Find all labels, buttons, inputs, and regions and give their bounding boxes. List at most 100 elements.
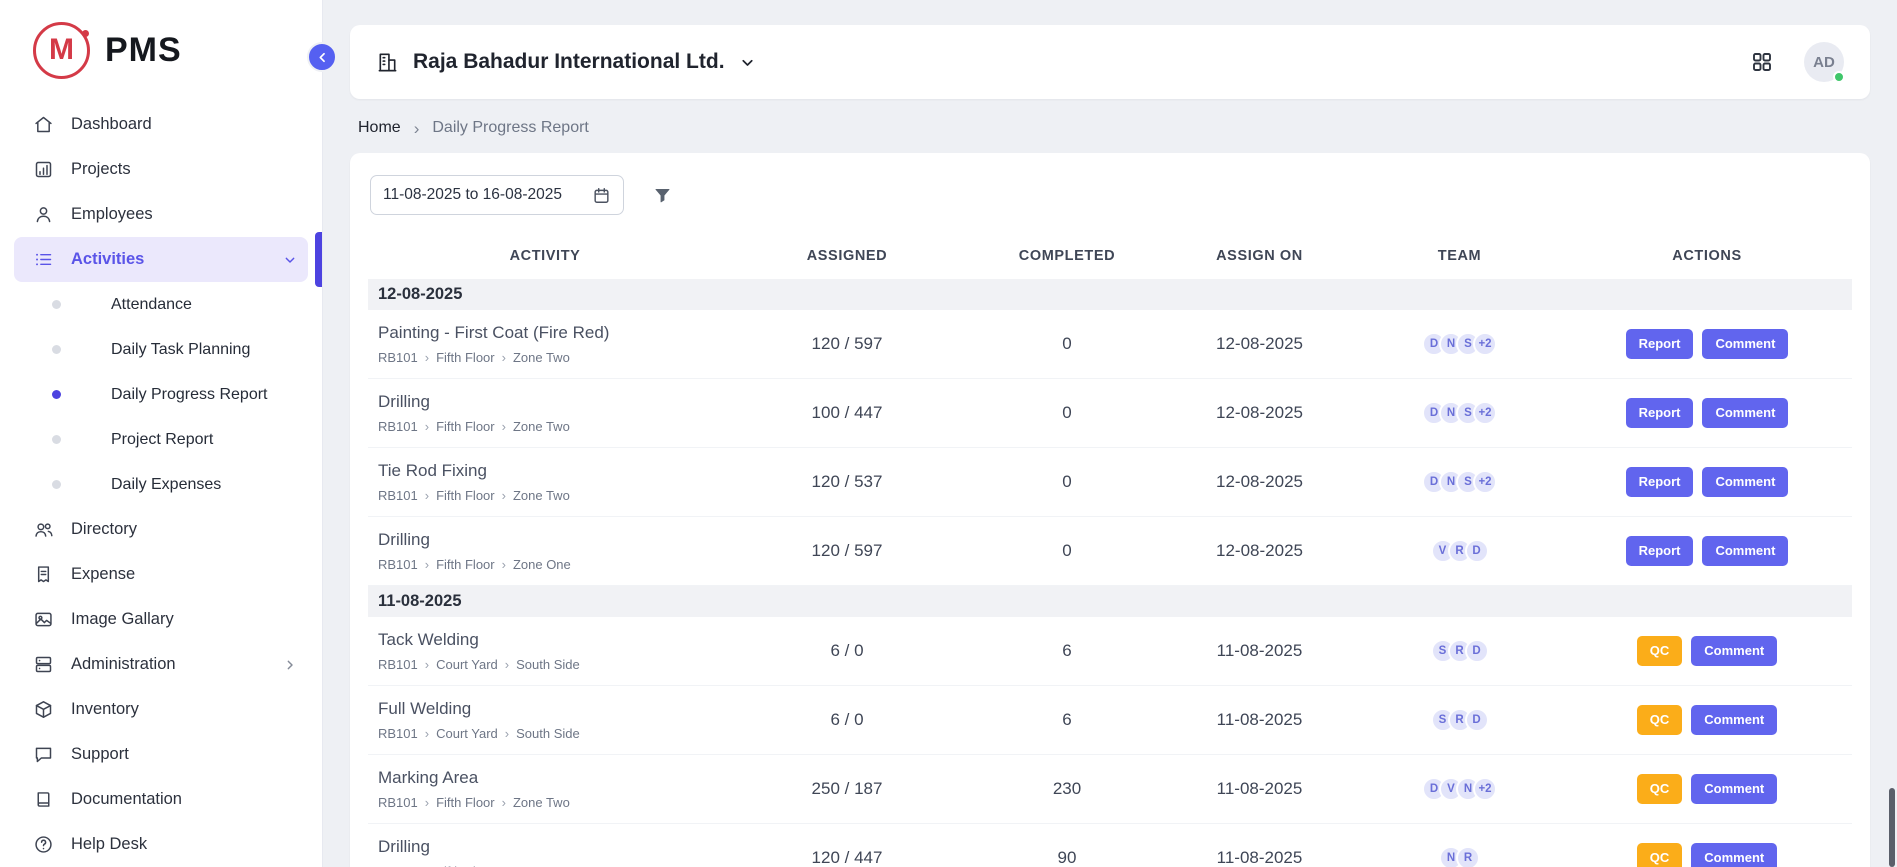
content-card: 11-08-2025 to 16-08-2025 ACTIVITYASSIGNE… bbox=[350, 153, 1870, 867]
chevron-right-icon: › bbox=[425, 351, 429, 364]
sidebar-subitem-daily-progress-report[interactable]: Daily Progress Report bbox=[14, 372, 308, 417]
helpdesk-icon bbox=[33, 834, 54, 855]
column-header-actions: ACTIONS bbox=[1562, 248, 1852, 264]
report-button[interactable]: Report bbox=[1626, 329, 1694, 359]
activity-cell: Tie Rod Fixing RB101›Fifth Floor›Zone Tw… bbox=[368, 452, 722, 512]
breadcrumb-home[interactable]: Home bbox=[358, 119, 401, 137]
company-building-icon bbox=[376, 51, 399, 74]
sidebar-item-expense[interactable]: Expense bbox=[14, 552, 308, 597]
activity-name: Tack Welding bbox=[378, 630, 718, 650]
comment-button[interactable]: Comment bbox=[1691, 843, 1777, 867]
sidebar-item-label: Help Desk bbox=[71, 835, 147, 854]
comment-button[interactable]: Comment bbox=[1691, 705, 1777, 735]
location-segment: South Side bbox=[516, 726, 580, 741]
qc-button[interactable]: QC bbox=[1637, 705, 1683, 735]
date-group-header: 11-08-2025 bbox=[368, 586, 1852, 617]
activity-cell: Full Welding RB101›Court Yard›South Side bbox=[368, 690, 722, 750]
activity-location: RB101›Fifth Floor›Zone Two bbox=[378, 350, 718, 365]
completed-cell: 0 bbox=[972, 403, 1162, 423]
assign-on-cell: 11-08-2025 bbox=[1162, 710, 1357, 730]
completed-cell: 90 bbox=[972, 848, 1162, 867]
report-button[interactable]: Report bbox=[1626, 467, 1694, 497]
sidebar-subitem-daily-expenses[interactable]: Daily Expenses bbox=[14, 462, 308, 507]
sidebar-item-help-desk[interactable]: Help Desk bbox=[14, 822, 308, 867]
assigned-cell: 250 / 187 bbox=[722, 779, 972, 799]
completed-cell: 0 bbox=[972, 541, 1162, 561]
location-segment: Zone Two bbox=[513, 419, 570, 434]
report-button[interactable]: Report bbox=[1626, 398, 1694, 428]
sidebar-item-projects[interactable]: Projects bbox=[14, 147, 308, 192]
sidebar-collapse-button[interactable] bbox=[307, 42, 337, 72]
sidebar-item-administration[interactable]: Administration bbox=[14, 642, 308, 687]
completed-cell: 6 bbox=[972, 710, 1162, 730]
chevron-right-icon: › bbox=[502, 489, 506, 502]
report-button[interactable]: Report bbox=[1626, 536, 1694, 566]
date-range-input[interactable]: 11-08-2025 to 16-08-2025 bbox=[370, 175, 624, 215]
sidebar-item-label: Directory bbox=[71, 520, 137, 539]
sidebar-item-label: Image Gallary bbox=[71, 610, 174, 629]
team-avatar: D bbox=[1465, 539, 1489, 563]
sidebar-subitem-project-report[interactable]: Project Report bbox=[14, 417, 308, 462]
assign-on-cell: 12-08-2025 bbox=[1162, 334, 1357, 354]
online-status-dot bbox=[1833, 71, 1845, 83]
filter-icon[interactable] bbox=[652, 185, 673, 206]
sidebar-item-activities[interactable]: Activities bbox=[14, 237, 308, 282]
breadcrumb-current: Daily Progress Report bbox=[432, 119, 589, 137]
comment-button[interactable]: Comment bbox=[1702, 536, 1788, 566]
table-row: Drilling RB101›Fifth Floor›Zone One 120 … bbox=[368, 517, 1852, 586]
column-header-assigned: ASSIGNED bbox=[722, 248, 972, 264]
sidebar-item-dashboard[interactable]: Dashboard bbox=[14, 102, 308, 147]
sidebar-item-label: Administration bbox=[71, 655, 176, 674]
location-segment: RB101 bbox=[378, 726, 418, 741]
comment-button[interactable]: Comment bbox=[1702, 329, 1788, 359]
sidebar-item-inventory[interactable]: Inventory bbox=[14, 687, 308, 732]
bullet-dot-icon bbox=[52, 435, 61, 444]
sidebar-item-documentation[interactable]: Documentation bbox=[14, 777, 308, 822]
sidebar-item-support[interactable]: Support bbox=[14, 732, 308, 777]
qc-button[interactable]: QC bbox=[1637, 636, 1683, 666]
table-row: Tack Welding RB101›Court Yard›South Side… bbox=[368, 617, 1852, 686]
sidebar-item-image-gallary[interactable]: Image Gallary bbox=[14, 597, 308, 642]
apps-grid-icon[interactable] bbox=[1750, 50, 1774, 74]
location-segment: RB101 bbox=[378, 488, 418, 503]
team-avatar: D bbox=[1465, 639, 1489, 663]
projects-icon bbox=[33, 159, 54, 180]
comment-button[interactable]: Comment bbox=[1702, 398, 1788, 428]
chevron-right-icon: › bbox=[425, 658, 429, 671]
sidebar-item-employees[interactable]: Employees bbox=[14, 192, 308, 237]
chevron-right-icon: › bbox=[425, 420, 429, 433]
activity-cell: Marking Area RB101›Fifth Floor›Zone Two bbox=[368, 759, 722, 819]
logo-m-icon: M bbox=[33, 22, 90, 79]
sidebar: M PMS Dashboard Projects Employees Activ… bbox=[0, 0, 323, 867]
table-row: Drilling RB101›Fifth Floor›Zone Two 120 … bbox=[368, 824, 1852, 867]
scrollbar-thumb[interactable] bbox=[1889, 788, 1895, 867]
location-segment: Zone Two bbox=[513, 795, 570, 810]
comment-button[interactable]: Comment bbox=[1691, 636, 1777, 666]
expense-icon bbox=[33, 564, 54, 585]
qc-button[interactable]: QC bbox=[1637, 843, 1683, 867]
table-header: ACTIVITYASSIGNEDCOMPLETEDASSIGN ONTEAMAC… bbox=[368, 233, 1852, 279]
location-segment: Fifth Floor bbox=[436, 488, 495, 503]
sidebar-item-label: Inventory bbox=[71, 700, 139, 719]
active-indicator-bar bbox=[315, 232, 322, 287]
comment-button[interactable]: Comment bbox=[1702, 467, 1788, 497]
activity-location: RB101›Court Yard›South Side bbox=[378, 657, 718, 672]
activity-name: Full Welding bbox=[378, 699, 718, 719]
qc-button[interactable]: QC bbox=[1637, 774, 1683, 804]
assign-on-cell: 11-08-2025 bbox=[1162, 848, 1357, 867]
logo: M PMS bbox=[0, 0, 322, 100]
sidebar-subitem-label: Project Report bbox=[111, 431, 213, 449]
team-avatar: R bbox=[1456, 846, 1480, 867]
avatar[interactable]: AD bbox=[1804, 42, 1844, 82]
sidebar-item-label: Projects bbox=[71, 160, 131, 179]
assign-on-cell: 12-08-2025 bbox=[1162, 403, 1357, 423]
sidebar-subitem-attendance[interactable]: Attendance bbox=[14, 282, 308, 327]
company-selector[interactable]: Raja Bahadur International Ltd. bbox=[376, 50, 756, 74]
comment-button[interactable]: Comment bbox=[1691, 774, 1777, 804]
gallery-icon bbox=[33, 609, 54, 630]
location-segment: RB101 bbox=[378, 795, 418, 810]
team-cell: DNS+2 bbox=[1357, 401, 1562, 425]
sidebar-item-directory[interactable]: Directory bbox=[14, 507, 308, 552]
chevron-left-icon bbox=[315, 50, 330, 65]
sidebar-subitem-daily-task-planning[interactable]: Daily Task Planning bbox=[14, 327, 308, 372]
